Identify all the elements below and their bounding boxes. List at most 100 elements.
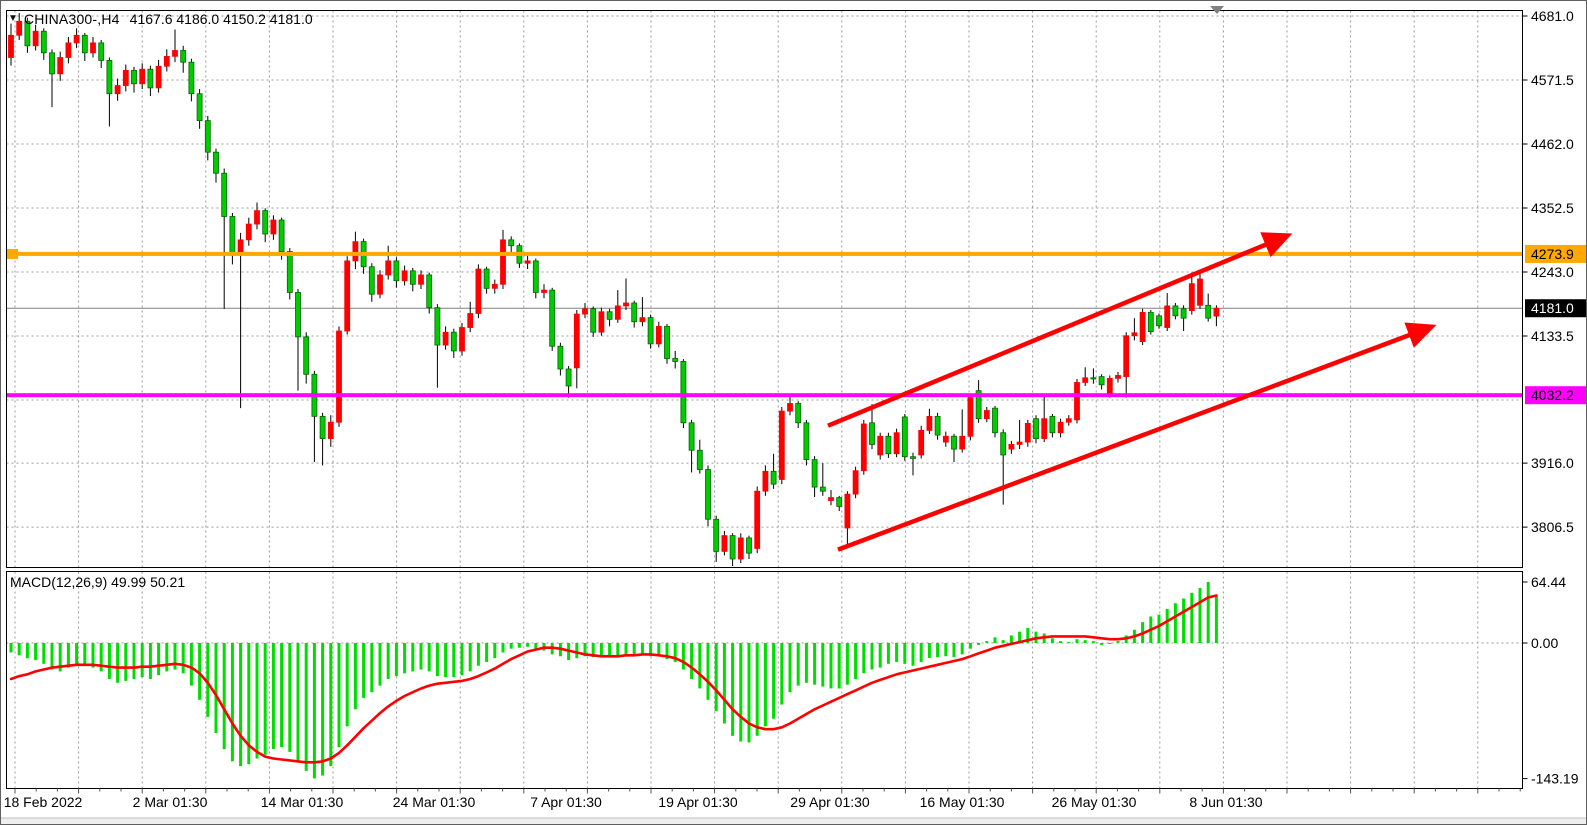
candle-bullish bbox=[91, 43, 96, 53]
candle-bearish bbox=[714, 519, 719, 551]
macd-bar bbox=[141, 643, 144, 677]
macd-bar bbox=[362, 643, 365, 698]
candle-bullish bbox=[525, 261, 530, 263]
support-line-magenta[interactable] bbox=[7, 393, 1523, 397]
time-tick-label: 7 Apr 01:30 bbox=[530, 794, 602, 810]
chart-title-row: ▼ CHINA300-,H4 4167.6 4186.0 4150.2 4181… bbox=[8, 11, 313, 27]
price-tick-label: 4133.5 bbox=[1531, 328, 1574, 344]
macd-bar bbox=[133, 643, 136, 679]
macd-bar bbox=[157, 643, 160, 675]
macd-bar bbox=[502, 643, 505, 652]
macd-bar bbox=[67, 643, 70, 668]
candle-bearish bbox=[189, 62, 194, 94]
candle-bearish bbox=[689, 423, 694, 450]
candle-bearish bbox=[747, 538, 752, 553]
candle-bullish bbox=[402, 271, 407, 281]
time-tick-label: 8 Jun 01:30 bbox=[1189, 794, 1262, 810]
macd-bar bbox=[297, 643, 300, 761]
macd-bar bbox=[797, 643, 800, 686]
candle-bearish bbox=[1034, 419, 1039, 439]
macd-bar bbox=[1010, 635, 1013, 643]
candle-bullish bbox=[140, 69, 145, 84]
candle-bearish bbox=[870, 423, 875, 445]
candle-bearish bbox=[558, 346, 563, 369]
macd-bar bbox=[329, 643, 332, 766]
candle-bullish bbox=[492, 284, 497, 288]
candle-bearish bbox=[205, 121, 210, 153]
macd-bar bbox=[616, 643, 619, 656]
candle-bearish bbox=[902, 417, 907, 457]
candle-bullish bbox=[378, 275, 383, 294]
candle-bearish bbox=[230, 216, 235, 255]
macd-bar bbox=[444, 643, 447, 677]
candle-bearish bbox=[648, 318, 653, 344]
candle-bearish bbox=[41, 31, 46, 53]
macd-bar bbox=[633, 643, 636, 655]
candle-bullish bbox=[599, 312, 604, 332]
candle-bearish bbox=[263, 211, 268, 234]
macd-bar bbox=[239, 643, 242, 766]
candle-bullish bbox=[968, 398, 973, 437]
candle-bearish bbox=[796, 404, 801, 423]
macd-bar bbox=[108, 643, 111, 679]
macd-bar bbox=[1108, 643, 1111, 644]
macd-bar bbox=[764, 643, 767, 726]
candle-bullish bbox=[943, 436, 948, 442]
macd-bar bbox=[149, 643, 152, 679]
chart-window: 4681.04571.54462.04352.54243.04133.53916… bbox=[0, 0, 1587, 825]
candle-bearish bbox=[427, 275, 432, 308]
candle-bearish bbox=[566, 369, 571, 386]
macd-bar bbox=[1117, 641, 1120, 643]
macd-bar bbox=[387, 643, 390, 679]
candle-bearish bbox=[369, 267, 374, 294]
candle-bearish bbox=[911, 457, 916, 459]
macd-bar bbox=[961, 643, 964, 654]
macd-bar bbox=[895, 643, 898, 662]
candle-bullish bbox=[74, 35, 79, 43]
macd-bar bbox=[420, 643, 423, 670]
macd-bar bbox=[469, 643, 472, 671]
candle-bearish bbox=[279, 220, 284, 252]
macd-bar bbox=[518, 643, 521, 648]
candle-bullish bbox=[927, 416, 932, 430]
macd-bar bbox=[26, 643, 29, 658]
macd-bar bbox=[75, 643, 78, 664]
candle-bullish bbox=[1058, 422, 1063, 433]
macd-bar bbox=[288, 643, 291, 752]
candle-bearish bbox=[533, 261, 538, 293]
macd-bar bbox=[953, 643, 956, 657]
macd-bar bbox=[715, 643, 718, 711]
macd-bar bbox=[493, 643, 496, 658]
candle-bearish bbox=[550, 290, 555, 346]
price-tick-label: 3806.5 bbox=[1531, 519, 1574, 535]
candle-bearish bbox=[484, 269, 489, 288]
macd-bar bbox=[231, 643, 234, 761]
candle-bullish bbox=[419, 275, 424, 284]
macd-bar bbox=[1190, 593, 1193, 643]
candle-bearish bbox=[1181, 309, 1186, 318]
macd-bar bbox=[264, 643, 267, 755]
macd-bar bbox=[116, 643, 119, 683]
candle-bullish bbox=[1124, 336, 1129, 377]
resistance-line-orange[interactable] bbox=[7, 252, 1523, 256]
macd-bar bbox=[575, 643, 578, 658]
chart-canvas[interactable]: 4681.04571.54462.04352.54243.04133.53916… bbox=[1, 1, 1587, 825]
candle-bearish bbox=[132, 70, 137, 83]
orange-line-handle[interactable] bbox=[7, 249, 18, 259]
candle-bullish bbox=[1132, 333, 1137, 336]
candle-bullish bbox=[829, 498, 834, 501]
time-tick-label: 18 Feb 2022 bbox=[4, 794, 83, 810]
candle-bullish bbox=[1165, 306, 1170, 328]
macd-bar bbox=[772, 643, 775, 719]
candle-bullish bbox=[328, 422, 333, 438]
macd-bar bbox=[682, 643, 685, 670]
macd-bar bbox=[428, 643, 431, 671]
candle-bullish bbox=[894, 433, 899, 454]
chart-menu-dropdown-icon[interactable]: ▼ bbox=[8, 12, 18, 26]
candle-bearish bbox=[222, 173, 227, 216]
candle-bearish bbox=[591, 309, 596, 332]
macd-bar bbox=[51, 643, 54, 670]
window-background bbox=[1, 1, 1587, 825]
macd-tick-label: -143.19 bbox=[1531, 771, 1579, 787]
candle-bearish bbox=[1157, 316, 1162, 326]
